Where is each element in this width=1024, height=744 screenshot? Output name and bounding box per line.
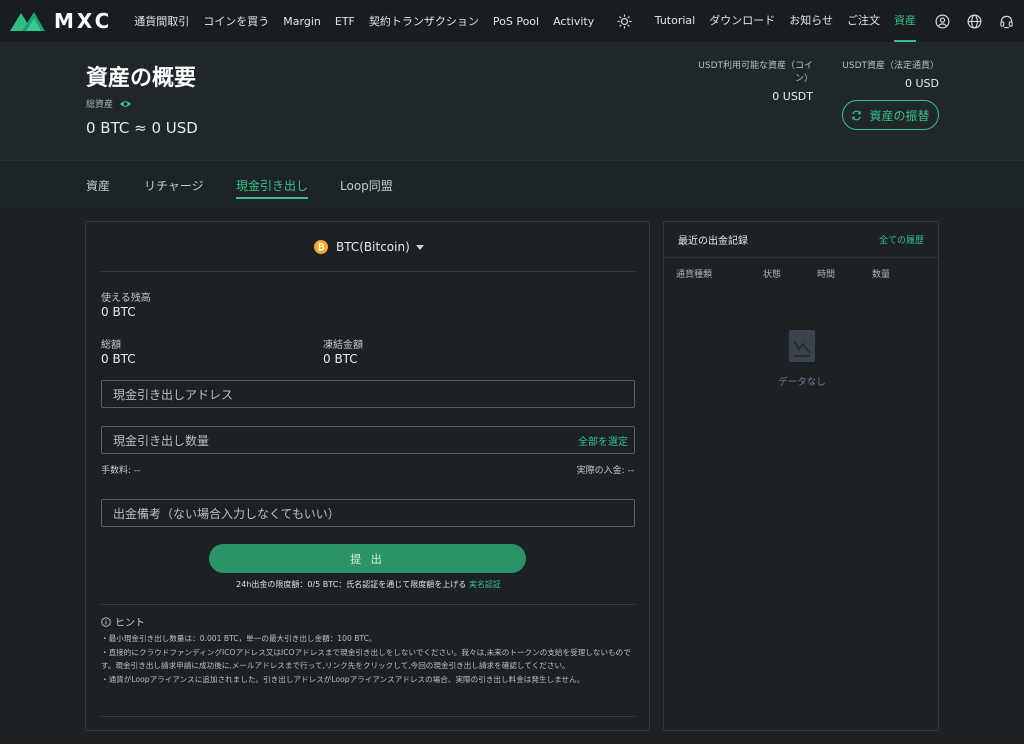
top-navigation: MXC 通貨間取引 コインを買う Margin ETF 契約トランザクション P… (0, 0, 1024, 42)
transfer-icon (852, 110, 862, 120)
withdraw-limit-label: 24h出金の限度額：0/5 BTC：氏名認証を通じて限度額を上げる (236, 580, 467, 589)
submit-button[interactable]: 提 出 (209, 544, 526, 573)
withdraw-amount-placeholder: 現金引き出し数量 (113, 433, 210, 448)
column-currency: 通貨種類 (676, 270, 713, 280)
asset-tabs: 資産 リチャージ 現金引き出し Loop同盟 (0, 160, 1024, 207)
hint-item: ・最小現金引き出し数量は：0.001 BTC，単一の最大引き出し金額：100 B… (101, 634, 377, 643)
hint-title: ヒント (101, 614, 145, 629)
brand-name: MXC (54, 9, 113, 33)
hint-title-text: ヒント (115, 618, 145, 629)
theme-sun-icon[interactable] (617, 13, 633, 29)
recent-withdrawals-header: 最近の出金記録 全ての履歴 (664, 222, 938, 258)
nav-buy-crypto[interactable]: コインを買う (203, 13, 269, 29)
caret-down-icon (415, 244, 424, 250)
divider (101, 716, 635, 717)
coin-selector-label: BTC(Bitcoin) (336, 240, 410, 254)
nav-margin[interactable]: Margin (283, 15, 321, 28)
recent-withdrawals-title: 最近の出金記録 (678, 236, 748, 247)
nav-spot-trading[interactable]: 通貨間取引 (134, 13, 189, 29)
main-menu: 通貨間取引 コインを買う Margin ETF 契約トランザクション PoS P… (134, 13, 608, 29)
total-assets-label: 総資産 (86, 97, 132, 110)
support-icon[interactable] (998, 13, 1014, 29)
nav-announcements[interactable]: お知らせ (789, 0, 833, 42)
asset-transfer-button[interactable]: 資産の振替 (842, 100, 939, 130)
eye-icon[interactable] (119, 99, 132, 109)
coin-selector[interactable]: ₿ BTC(Bitcoin) (314, 240, 424, 254)
withdraw-limit-text: 24h出金の限度額：0/5 BTC：氏名認証を通じて限度額を上げる 実名認証 (86, 579, 651, 590)
nav-activity[interactable]: Activity (553, 15, 594, 28)
available-balance-label: 使える残高 (101, 293, 151, 304)
hint-list: ・最小現金引き出し数量は：0.001 BTC，単一の最大引き出し金額：100 B… (101, 632, 637, 686)
tab-assets[interactable]: 資産 (86, 177, 110, 197)
column-time: 時間 (817, 270, 836, 280)
recent-withdrawals-panel: 最近の出金記録 全ての履歴 通貨種類 状態 時間 数量 データなし (663, 221, 939, 731)
divider (101, 271, 635, 272)
all-history-link[interactable]: 全ての履歴 (879, 233, 924, 246)
total-assets-label-text: 総資産 (86, 100, 114, 110)
tab-loop-alliance[interactable]: Loop同盟 (340, 177, 393, 197)
usdt-fiat-assets: USDT資産（法定通貨） 0 USD (840, 58, 939, 90)
column-status: 状態 (763, 270, 782, 280)
fee-label: 手数料: -- (101, 466, 141, 476)
nav-pos-pool[interactable]: PoS Pool (493, 15, 539, 28)
hint-item: ・通貨がLoopアライアンスに追加されました。引き出しアドレスがLoopアライア… (101, 674, 585, 684)
withdraw-amount-input[interactable]: 現金引き出し数量 全部を選定 (101, 426, 635, 454)
user-menu: Tutorial ダウンロード お知らせ ご注文 資産 (603, 0, 1014, 42)
withdraw-memo-input[interactable]: 出金備考（ない場合入力しなくてもいい） (101, 499, 635, 527)
column-amount: 数量 (872, 270, 891, 280)
actual-received-label: 実際の入金: -- (576, 466, 634, 476)
total-assets-value: 0 BTC ≈ 0 USD (86, 119, 198, 137)
usdt-coin-assets: USDT利用可能な資産（コイン） 0 USDT (686, 58, 813, 103)
page-title: 資産の概要 (86, 66, 197, 91)
total-amount-label: 総額 (101, 340, 121, 351)
hint-item: ・直接的にクラウドファンディングICOアドレス又はICOアドレスまで現金引き出し… (101, 647, 631, 671)
withdraw-address-input[interactable]: 現金引き出しアドレス (101, 380, 635, 408)
withdraw-memo-placeholder: 出金備考（ない場合入力しなくてもいい） (113, 506, 340, 521)
frozen-amount-value: 0 BTC (323, 352, 358, 366)
usdt-coin-value: 0 USDT (772, 90, 813, 103)
nav-tutorial[interactable]: Tutorial (655, 0, 695, 42)
usdt-fiat-value: 0 USD (905, 77, 939, 90)
usdt-fiat-label: USDT資産（法定通貨） (842, 61, 939, 71)
bitcoin-icon: ₿ (314, 240, 328, 254)
nav-contract[interactable]: 契約トランザクション (369, 13, 479, 29)
tab-withdraw[interactable]: 現金引き出し (236, 177, 309, 199)
withdraw-panel: ₿ BTC(Bitcoin) 使える残高 0 BTC 総額 0 BTC 凍結金額… (85, 221, 650, 731)
tab-deposit[interactable]: リチャージ (144, 177, 204, 197)
identity-verification-link[interactable]: 実名認証 (469, 580, 501, 589)
nav-download[interactable]: ダウンロード (709, 0, 775, 42)
withdraw-address-placeholder: 現金引き出しアドレス (113, 387, 234, 402)
info-icon (101, 616, 111, 627)
nav-etf[interactable]: ETF (335, 15, 355, 28)
mxc-logo[interactable]: MXC (8, 0, 112, 42)
globe-icon[interactable] (966, 13, 982, 29)
user-icon[interactable] (934, 13, 950, 29)
select-all-button[interactable]: 全部を選定 (578, 433, 628, 448)
divider (101, 604, 635, 605)
nav-orders[interactable]: ご注文 (847, 0, 880, 42)
nav-assets[interactable]: 資産 (894, 0, 916, 42)
empty-state-text: データなし (778, 377, 826, 388)
total-amount-value: 0 BTC (101, 352, 136, 366)
frozen-amount-label: 凍結金額 (323, 340, 363, 351)
usdt-coin-label: USDT利用可能な資産（コイン） (698, 61, 813, 84)
mxc-logo-icon (10, 12, 45, 31)
available-balance-value: 0 BTC (101, 305, 136, 319)
asset-transfer-label: 資産の振替 (869, 108, 930, 123)
empty-document-icon (789, 330, 815, 362)
